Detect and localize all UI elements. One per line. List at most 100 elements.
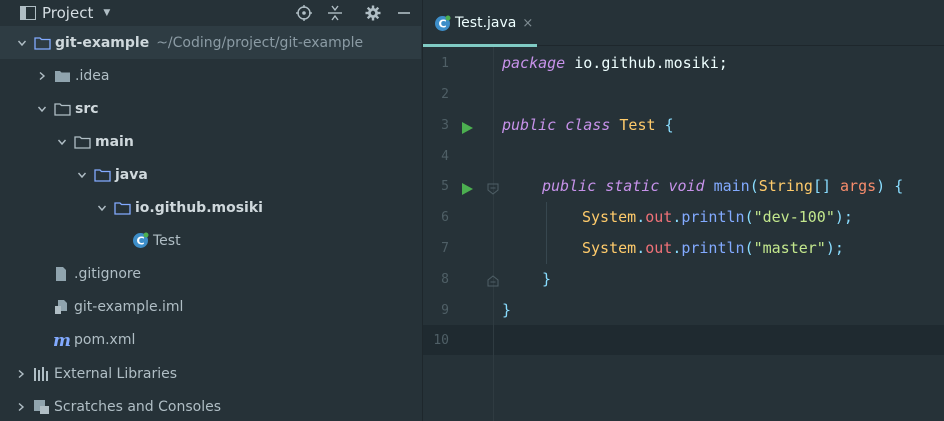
- code-dot: .: [636, 239, 646, 257]
- module-file-icon: [52, 299, 70, 315]
- code-field: out: [645, 208, 673, 226]
- code-string: "master": [753, 239, 826, 257]
- folder-filled-icon: [53, 68, 71, 84]
- tree-item-main[interactable]: main: [0, 125, 421, 158]
- chevron-right-icon[interactable]: [14, 367, 28, 381]
- code-brace: }: [542, 270, 552, 288]
- code-string: "dev-100": [753, 208, 835, 226]
- tab-label: Test.java: [455, 15, 517, 31]
- chevron-down-icon[interactable]: ▼: [103, 8, 110, 18]
- tree-item-gitignore[interactable]: .gitignore: [0, 257, 421, 290]
- tree-item-label: java: [115, 166, 148, 183]
- libraries-icon: [32, 366, 50, 382]
- code-paren: );: [834, 208, 853, 226]
- code-line-1[interactable]: package io.github.mosiki;: [502, 48, 728, 79]
- tree-item-label: pom.xml: [74, 331, 136, 348]
- code-dot: .: [672, 239, 682, 257]
- tree-item-label: .gitignore: [74, 265, 141, 282]
- run-icon[interactable]: [461, 119, 473, 134]
- svg-text:m: m: [53, 332, 70, 348]
- code-line-8[interactable]: }: [542, 264, 551, 295]
- line-number: 8: [441, 272, 449, 287]
- code-line-7[interactable]: System.out.println("master");: [582, 233, 844, 264]
- line-number: 6: [441, 210, 449, 225]
- chevron-right-icon[interactable]: [14, 400, 28, 414]
- tree-item-label: git-example.iml: [74, 298, 184, 315]
- tree-item-test-class[interactable]: C Test: [0, 224, 421, 257]
- line-number: 1: [441, 56, 449, 71]
- java-class-icon: C: [434, 15, 451, 32]
- project-view-selector[interactable]: Project ▼: [20, 0, 110, 25]
- code-brace: }: [502, 301, 512, 319]
- tree-item-iml[interactable]: git-example.iml: [0, 290, 421, 323]
- project-panel-title: Project: [42, 3, 94, 22]
- tree-item-scratches[interactable]: Scratches and Consoles: [0, 390, 421, 421]
- tree-item-idea[interactable]: .idea: [0, 59, 421, 92]
- tree-item-java[interactable]: java: [0, 158, 421, 191]
- code-type: String: [758, 177, 813, 195]
- project-window-icon: [20, 5, 36, 20]
- minimize-icon[interactable]: [394, 3, 414, 23]
- code-parameter: args: [840, 177, 877, 195]
- tab-test-java[interactable]: C Test.java ×: [423, 0, 537, 47]
- line-number: 9: [441, 303, 449, 318]
- chevron-down-icon[interactable]: [55, 135, 69, 149]
- line-number: 3: [441, 118, 449, 133]
- fold-icon[interactable]: [487, 272, 499, 287]
- file-icon: [52, 266, 70, 282]
- run-icon[interactable]: [461, 180, 473, 195]
- chevron-down-icon[interactable]: [95, 201, 109, 215]
- code-line-6[interactable]: System.out.println("dev-100");: [582, 202, 853, 233]
- code-field: out: [645, 239, 673, 257]
- code-class-name: Test: [619, 116, 656, 134]
- close-icon[interactable]: ×: [522, 16, 533, 31]
- scratches-icon: [32, 399, 50, 415]
- tree-item-label: main: [95, 133, 134, 150]
- code-class-name: System: [582, 208, 637, 226]
- code-dot: .: [636, 208, 646, 226]
- chevron-down-icon[interactable]: [35, 102, 49, 116]
- code-brace: {: [894, 177, 904, 195]
- collapse-all-icon[interactable]: [325, 3, 345, 23]
- tree-item-label: Test: [153, 232, 181, 249]
- editor-tab-bar: C Test.java ×: [423, 0, 944, 47]
- code-brackets: []: [812, 177, 831, 195]
- chevron-right-icon[interactable]: [35, 69, 49, 83]
- tree-item-git-example[interactable]: git-example ~/Coding/project/git-example: [0, 26, 421, 59]
- locate-file-icon[interactable]: [294, 3, 314, 23]
- folder-icon: [33, 35, 51, 51]
- tree-item-package[interactable]: io.github.mosiki: [0, 191, 421, 224]
- code-method-name: println: [681, 239, 745, 257]
- code-keyword: package: [502, 54, 566, 72]
- code-line-9[interactable]: }: [502, 295, 511, 326]
- code-class-name: System: [582, 239, 637, 257]
- code-method-name: println: [681, 208, 745, 226]
- code-editor: C Test.java × 1 2 3 4 5 6 7 8 9 10 packa…: [422, 0, 944, 421]
- code-keyword: class: [565, 116, 611, 134]
- code-method-name: main: [713, 177, 750, 195]
- svg-text:C: C: [136, 235, 144, 248]
- tree-item-external-libraries[interactable]: External Libraries: [0, 357, 421, 390]
- line-number: 2: [441, 87, 449, 102]
- code-keyword: void: [668, 177, 705, 195]
- chevron-down-icon[interactable]: [75, 168, 89, 182]
- tree-item-src[interactable]: src: [0, 92, 421, 125]
- source-folder-icon: [93, 167, 111, 183]
- gear-icon[interactable]: [363, 3, 383, 23]
- tree-item-label: src: [75, 100, 99, 117]
- code-paren: ): [876, 177, 886, 195]
- tree-item-label: io.github.mosiki: [135, 199, 263, 216]
- tree-item-label: External Libraries: [54, 365, 177, 382]
- package-icon: [113, 200, 131, 216]
- fold-icon[interactable]: [487, 180, 499, 195]
- code-package: io.github.mosiki;: [565, 54, 728, 72]
- tree-item-label: git-example: [55, 34, 150, 51]
- code-paren: (: [744, 239, 754, 257]
- code-line-5[interactable]: public static void main(String[] args) {: [542, 171, 903, 202]
- code-keyword: public: [542, 177, 597, 195]
- chevron-down-icon[interactable]: [15, 36, 29, 50]
- code-dot: .: [672, 208, 682, 226]
- current-line-highlight: [423, 325, 944, 355]
- tree-item-pom[interactable]: m pom.xml: [0, 323, 421, 356]
- code-line-3[interactable]: public class Test {: [502, 110, 674, 141]
